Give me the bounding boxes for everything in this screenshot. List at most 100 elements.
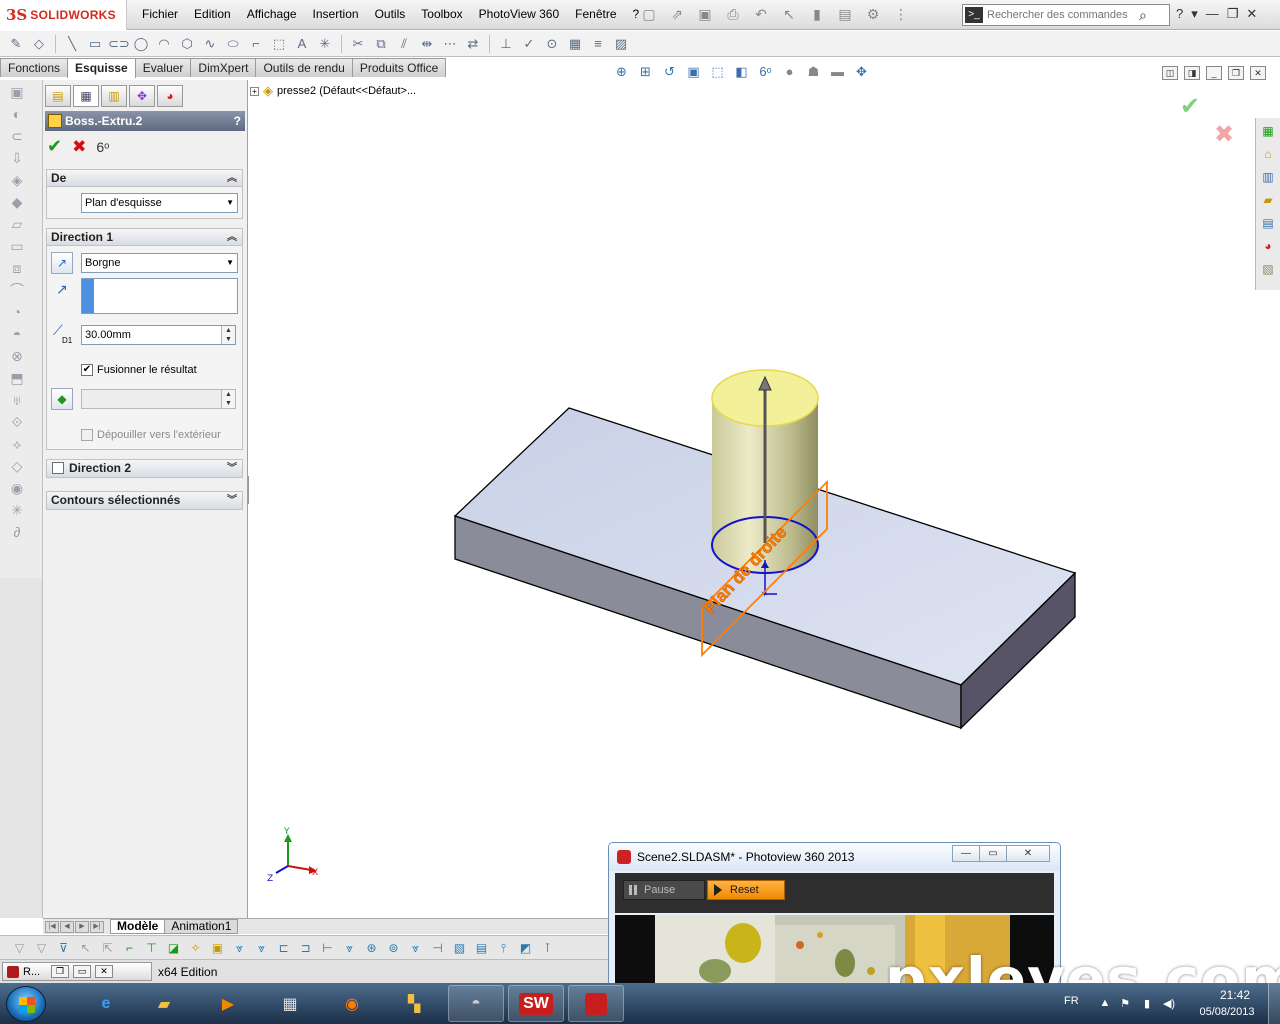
detailed-preview-icon[interactable]: 6ᵒ <box>96 139 109 155</box>
tab-evaluer[interactable]: Evaluer <box>134 58 192 77</box>
media-player-icon[interactable]: ▶ <box>200 985 256 1022</box>
tool-11-icon[interactable]: ⩔ <box>340 939 359 957</box>
rib-icon[interactable]: ⊗ <box>5 346 29 366</box>
clock-date[interactable]: 05/08/2013 <box>1192 1006 1262 1018</box>
tool-15-icon[interactable]: ⊣ <box>428 939 447 957</box>
previous-view-icon[interactable]: ↺ <box>660 63 679 81</box>
smart-dimension-icon[interactable]: ◇ <box>29 35 49 53</box>
end-condition-select[interactable]: Borgne ▼ <box>81 253 238 273</box>
menu-outils[interactable]: Outils <box>367 7 414 21</box>
tab-esquisse[interactable]: Esquisse <box>67 58 136 78</box>
clock-time[interactable]: 21:42 <box>1210 988 1260 1002</box>
configuration-manager-tab-icon[interactable]: ▥ <box>101 85 127 107</box>
dimxpert-manager-tab-icon[interactable]: ✥ <box>129 85 155 107</box>
depth-spinner[interactable]: ▲ ▼ <box>221 326 235 344</box>
point-icon[interactable]: ✳ <box>315 35 335 53</box>
confirmation-ok-icon[interactable]: ✔ <box>1180 92 1200 121</box>
shell-icon[interactable]: ⬒ <box>5 368 29 388</box>
merge-result-checkbox[interactable]: ✔ Fusionner le résultat <box>81 364 197 376</box>
pv-maximize-icon[interactable]: ▭ <box>979 845 1007 862</box>
print-icon[interactable]: ⎙ <box>722 4 744 24</box>
tool-7-icon[interactable]: ⩔ <box>252 939 271 957</box>
file-explorer-icon[interactable]: ▰ <box>1258 190 1278 210</box>
edit-appearance-icon[interactable]: ● <box>780 63 799 81</box>
confirmation-cancel-icon[interactable]: ✖ <box>1214 120 1234 149</box>
tool-9-icon[interactable]: ⊐ <box>296 939 315 957</box>
sketch-picture-icon[interactable]: ▨ <box>611 35 631 53</box>
home-icon[interactable]: ⌂ <box>1258 144 1278 164</box>
move-entities-icon[interactable]: ⇄ <box>463 35 483 53</box>
wrap-icon[interactable]: ⟐ <box>5 412 29 432</box>
select-icon[interactable]: ↖ <box>778 4 800 24</box>
chamfer-icon[interactable]: ◓ <box>5 324 29 344</box>
filter-faces-icon[interactable]: ⊽ <box>54 939 73 957</box>
show-desktop-button[interactable] <box>1268 983 1280 1024</box>
tab-dimxpert[interactable]: DimXpert <box>190 58 257 77</box>
min-maximize-icon[interactable]: ▭ <box>73 965 91 978</box>
arc-icon[interactable]: ◠ <box>154 35 174 53</box>
doc-close-icon[interactable]: ✕ <box>1250 66 1266 80</box>
save-icon[interactable]: ▣ <box>694 4 716 24</box>
action-center-icon[interactable]: ⚑ <box>1118 997 1132 1011</box>
quick-snaps-icon[interactable]: ⊙ <box>542 35 562 53</box>
collapse-icon[interactable]: ︽ <box>227 170 237 187</box>
select-more-icon[interactable]: ⇱ <box>98 939 117 957</box>
design-library-icon[interactable]: ▥ <box>1258 167 1278 187</box>
tool-18-icon[interactable]: ⫯ <box>494 939 513 957</box>
tool-5-icon[interactable]: ▣ <box>208 939 227 957</box>
polygon-icon[interactable]: ⬡ <box>177 35 197 53</box>
section-view-icon[interactable]: ▣ <box>684 63 703 81</box>
rectangle-icon[interactable]: ▭ <box>85 35 105 53</box>
solidworks-logo[interactable]: 3S SOLIDWORKS <box>0 0 127 30</box>
expand-icon[interactable]: ︾ <box>227 460 237 477</box>
collapse-icon[interactable]: ︽ <box>227 229 237 246</box>
extruded-boss-icon[interactable]: ▣ <box>5 82 29 102</box>
filter-icon[interactable]: ▽ <box>10 939 29 957</box>
paint-app-icon[interactable]: ▚ <box>386 985 442 1022</box>
solidworks-task-icon[interactable]: SW <box>508 985 564 1022</box>
command-search[interactable]: >_ ⌕ <box>962 4 1170 26</box>
new-document-icon[interactable]: ▢ <box>638 4 660 24</box>
lofted-boss-icon[interactable]: ⇩ <box>5 148 29 168</box>
pause-button[interactable]: Pause <box>623 880 705 900</box>
slot-icon[interactable]: ⊂⊃ <box>108 35 130 53</box>
revolved-cut-icon[interactable]: ▱ <box>5 214 29 234</box>
tab-fonctions[interactable]: Fonctions <box>0 58 69 77</box>
tool-17-icon[interactable]: ▤ <box>472 939 491 957</box>
fillet-feature-icon[interactable]: ◔ <box>5 302 29 322</box>
feature-tree-root[interactable]: + ◈ presse2 (Défaut<<Défaut>... <box>250 83 416 99</box>
pv-minimize-icon[interactable]: — <box>952 845 980 862</box>
display-relations-icon[interactable]: ⊥ <box>496 35 516 53</box>
calculator-icon[interactable]: ▦ <box>262 985 318 1022</box>
from-group-header[interactable]: De ︽ <box>47 170 242 187</box>
zoom-to-area-icon[interactable]: ⊞ <box>636 63 655 81</box>
display-manager-tab-icon[interactable]: ◕ <box>157 85 183 107</box>
rebuild-icon[interactable]: ▮ <box>806 4 828 24</box>
extruded-cut-icon[interactable]: ◆ <box>5 192 29 212</box>
language-indicator[interactable]: FR <box>1064 995 1079 1007</box>
graphics-area[interactable]: ✶ Plan de droite Y X Z <box>249 80 1254 918</box>
gimp-icon[interactable]: ◓ <box>448 985 504 1022</box>
menu-affichage[interactable]: Affichage <box>239 7 305 21</box>
min-restore-icon[interactable]: ❐ <box>51 965 69 978</box>
circle-icon[interactable]: ◯ <box>131 35 151 53</box>
tool-4-icon[interactable]: ✧ <box>186 939 205 957</box>
prev-tab-icon[interactable]: ◀ <box>60 920 74 933</box>
start-button[interactable] <box>6 986 46 1022</box>
close-icon[interactable]: ✕ <box>1246 6 1257 22</box>
menu-toolbox[interactable]: Toolbox <box>413 7 470 21</box>
minimized-window[interactable]: R... ❐ ▭ ✕ <box>2 962 152 981</box>
doc-restore-icon[interactable]: ❐ <box>1228 66 1244 80</box>
feature-manager-tab-icon[interactable]: ▤ <box>45 85 71 107</box>
tool-14-icon[interactable]: ⩔ <box>406 939 425 957</box>
tool-20-icon[interactable]: ⊺ <box>538 939 557 957</box>
text-icon[interactable]: A <box>292 35 312 53</box>
command-search-input[interactable] <box>987 9 1137 21</box>
swept-boss-icon[interactable]: ⊂ <box>5 126 29 146</box>
tile-view-icon[interactable]: ◨ <box>1184 66 1200 80</box>
tool-12-icon[interactable]: ⊛ <box>362 939 381 957</box>
reference-geometry-icon[interactable]: ✳ <box>5 500 29 520</box>
custom-properties-icon[interactable]: ▧ <box>1258 259 1278 279</box>
merge-result-check-icon[interactable]: ✔ <box>81 364 93 376</box>
linear-pattern-icon[interactable]: ⋯ <box>440 35 460 53</box>
